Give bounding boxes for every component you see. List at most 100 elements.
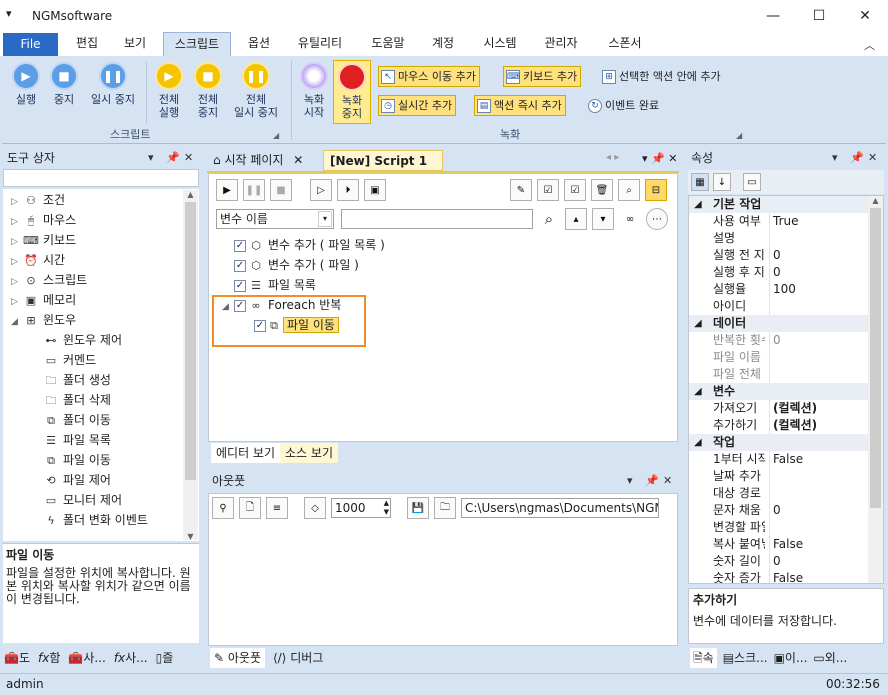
tab-editor-view[interactable]: 에디터 보기 [211,443,281,463]
toolbox-item-mouse[interactable]: ▷ 🖰 마우스 [3,210,199,230]
tab-images[interactable]: ▣이... [774,648,808,668]
toolbox-item-memory[interactable]: ▷ ▣ 메모리 [3,290,199,310]
property-row[interactable]: 실행 전 지연 0 [689,247,883,264]
toolbox-sub-window-control[interactable]: ⊷ 윈도우 제어 [3,330,199,350]
property-row[interactable]: 설명 [689,230,883,247]
tab-debug[interactable]: ⟨/⟩ 디버그 [269,648,327,668]
property-value[interactable]: False [773,536,803,553]
script-item-add-var-file[interactable]: ✓ ⬡ 변수 추가 ( 파일 ) [222,255,662,275]
tab-source-view[interactable]: 소스 보기 [280,443,338,463]
mouse-move-add-button[interactable]: ↖ 마우스 이동 추가 [378,66,480,87]
panel-menu-icon[interactable]: ▾ [627,470,633,492]
panel-menu-icon[interactable]: ▾ [148,147,154,169]
toolbox-sub-folder-create[interactable]: 🗀 폴더 생성 [3,370,199,390]
variable-select[interactable]: 변수 이름 ▾ [216,209,334,229]
eraser-icon[interactable]: ◇ [304,497,326,519]
tab-start-page[interactable]: ⌂ 시작 페이지 ✕ [209,150,323,171]
broom-icon[interactable]: ⚲ [212,497,234,519]
collapse-icon[interactable]: ◢ [694,315,702,332]
properties-scrollbar[interactable]: ▲ [868,196,883,583]
menu-help[interactable]: 도움말 [360,32,416,56]
sort-az-icon[interactable]: ↓ [713,173,731,191]
toolbox-search-input[interactable] [3,169,199,187]
property-category[interactable]: ◢ 변수 [689,383,883,400]
pin-icon[interactable]: 📌 [645,470,659,492]
menu-admin[interactable]: 관리자 [532,32,590,56]
toolbox-item-script[interactable]: ▷ ⊙ 스크립트 [3,270,199,290]
panel-close-icon[interactable]: ✕ [868,147,877,169]
toolbox-sub-command[interactable]: ▭ 커멘드 [3,350,199,370]
record-dialog-launcher-icon[interactable]: ◢ [736,131,742,140]
toolbox-sub-file-list[interactable]: ☰ 파일 목록 [3,430,199,450]
menu-utility[interactable]: 유틸리티 [288,32,352,56]
minimize-button[interactable]: — [750,0,796,32]
property-value[interactable]: 0 [773,502,781,519]
categorized-icon[interactable]: ▦ [691,173,709,191]
property-value[interactable]: 0 [773,247,781,264]
toolbox-item-windows[interactable]: ◢ ⊞ 윈도우 [3,310,199,330]
property-row[interactable]: 가져오기 (컬렉션) [689,400,883,417]
menu-edit[interactable]: 편집 [64,32,110,56]
property-value[interactable]: 0 [773,332,781,349]
tab-output[interactable]: ✎ 아웃풋 [210,648,265,668]
menu-file[interactable]: File [3,33,58,56]
add-in-action-button[interactable]: ⊞ 선택한 액션 안에 추가 [599,66,725,87]
delete-icon[interactable]: 🗑 [591,179,613,201]
property-row[interactable]: 1부터 시작 False [689,451,883,468]
property-row[interactable]: 변경할 파일 [689,519,883,536]
save-icon[interactable]: 💾 [407,497,429,519]
play-icon[interactable]: ▶ [216,179,238,201]
stop-button[interactable]: ■ 중지 [46,62,82,106]
tab-functions[interactable]: fx함 [38,648,60,668]
tab-favorites[interactable]: ▯즐 [156,648,174,668]
property-row[interactable]: 파일 이름 [689,349,883,366]
collapse-icon[interactable]: ◢ [694,434,702,451]
tab-user-fx[interactable]: fx사... [114,648,148,668]
edit-icon[interactable]: ✎ [510,179,532,201]
realtime-add-button[interactable]: ◷ 실시간 추가 [378,95,457,116]
property-value[interactable]: False [773,451,803,468]
script-item-file-list[interactable]: ✓ ☰ 파일 목록 [222,275,662,295]
file-icon[interactable]: 🗋 [239,497,261,519]
property-row[interactable]: 복사 붙여넣기 False [689,536,883,553]
dialog-launcher-icon[interactable]: ◢ [273,131,279,140]
property-value[interactable]: 0 [773,264,781,281]
count-stepper[interactable]: 1000 ▲ ▼ [331,498,391,518]
pause-all-button[interactable]: ❚❚ 전체 일시 중지 [228,62,284,119]
menu-script[interactable]: 스크립트 [163,32,231,57]
property-row[interactable]: 실행율 100 [689,281,883,298]
tab-scroll-icons[interactable]: ◂ ▸ [606,152,619,163]
run-button[interactable]: ▶ 실행 [8,62,44,106]
move-up-icon[interactable]: ▴ [565,208,587,230]
step-into-icon[interactable]: ⏵ [337,179,359,201]
output-path-input[interactable]: C:\Users\ngmas\Documents\NGM6\ [461,498,659,518]
property-row[interactable]: 숫자 길이 0 [689,553,883,570]
script-item-add-var-filelist[interactable]: ✓ ⬡ 변수 추가 ( 파일 목록 ) [222,235,662,255]
search-icon[interactable]: ⌕ [618,179,640,201]
property-category[interactable]: ◢ 기본 작업 [689,196,883,213]
system-menu-icon[interactable]: ▾ [6,7,12,20]
stop-icon[interactable]: ■ [270,179,292,201]
record-stop-button[interactable]: 녹화 중지 [333,60,371,124]
toolbox-item-time[interactable]: ▷ ⏰ 시간 [3,250,199,270]
property-pages-icon[interactable]: ▭ [743,173,761,191]
move-down-icon[interactable]: ▾ [592,208,614,230]
tab-properties[interactable]: 🗎속 [690,648,717,668]
panel-menu-icon[interactable]: ▾ 📌 ✕ [642,152,677,165]
run-all-button[interactable]: ▶ 전체 실행 [150,62,188,119]
property-row[interactable]: 반복한 횟수 0 [689,332,883,349]
property-row[interactable]: 사용 여부 True [689,213,883,230]
property-row[interactable]: 문자 채움 0 [689,502,883,519]
menu-account[interactable]: 계정 [420,32,466,56]
pause-icon[interactable]: ❚❚ [243,179,265,201]
toolbox-sub-monitor-control[interactable]: ▭ 모니터 제어 [3,490,199,510]
property-row[interactable]: 날짜 추가 [689,468,883,485]
stepper-arrows-icon[interactable]: ▲ ▼ [384,499,389,517]
toolbox-scrollbar[interactable]: ▲ ▼ [183,190,198,541]
tab-user[interactable]: 🧰사... [68,648,105,668]
menu-view[interactable]: 보기 [112,32,158,56]
property-row[interactable]: 대상 경로 [689,485,883,502]
menu-system[interactable]: 시스템 [472,32,528,56]
scrollbar-thumb[interactable] [185,202,196,480]
menu-sponsor[interactable]: 스폰서 [596,32,654,56]
